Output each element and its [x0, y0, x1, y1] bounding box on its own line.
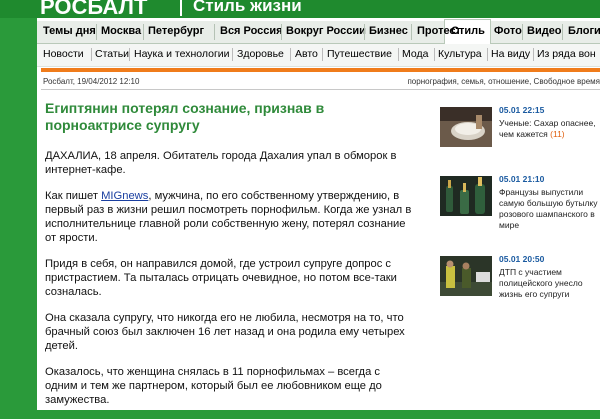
sub-nav: Новости Статьи Наука и технологии Здоров… — [37, 44, 600, 67]
subnav-item-moda[interactable]: Мода — [402, 48, 428, 60]
subnav-item-kultura[interactable]: Культура — [438, 48, 482, 60]
accent-rule — [41, 68, 600, 72]
nav-separator — [143, 24, 144, 40]
subnav-item-avto[interactable]: Авто — [295, 48, 318, 60]
subnav-item-stati[interactable]: Статьи — [95, 48, 129, 60]
nav-item-stil[interactable]: Стиль — [451, 25, 485, 37]
site-header: РОСБАЛТ Стиль жизни — [0, 0, 600, 20]
subnav-separator — [290, 48, 291, 61]
champagne-photo-icon[interactable] — [440, 176, 492, 216]
news-headline[interactable]: Ученые: Сахар опаснее, чем кажется (11) — [499, 118, 600, 140]
article-paragraph: Оказалось, что женщина снялась в 11 порн… — [45, 366, 382, 406]
article-paragraph: Как пишет MIGnews, мужчина, по его собст… — [45, 189, 415, 245]
news-time: 05.01 20:50 — [499, 254, 545, 264]
subnav-item-zdorovie[interactable]: Здоровье — [237, 48, 284, 60]
subnav-separator — [434, 48, 435, 61]
divider — [41, 89, 600, 90]
sugar-photo-icon[interactable] — [440, 107, 492, 147]
nav-separator — [562, 24, 563, 40]
subnav-item-novosti[interactable]: Новости — [43, 48, 84, 60]
subnav-item-na-vidu[interactable]: На виду — [491, 48, 530, 60]
nav-item-foto[interactable]: Фото — [494, 25, 522, 37]
article-tags[interactable]: порнография, семья, отношение, Свободное… — [407, 77, 600, 86]
subnav-separator — [487, 48, 488, 61]
news-time: 05.01 21:10 — [499, 174, 545, 184]
nav-item-moskva[interactable]: Москва — [101, 25, 141, 37]
article-paragraph: Придя в себя, он направился домой, где у… — [45, 258, 397, 298]
subnav-item-nauka[interactable]: Наука и технологии — [134, 48, 230, 60]
main-nav: Темы дня Москва Петербург Вся Россия Вок… — [37, 19, 600, 45]
nav-separator — [522, 24, 523, 40]
nav-item-temy-dnya[interactable]: Темы дня — [43, 25, 96, 37]
nav-separator — [281, 24, 282, 40]
subnav-separator — [129, 48, 130, 61]
police-photo-icon[interactable] — [440, 256, 492, 296]
news-time: 05.01 22:15 — [499, 105, 545, 115]
subnav-separator — [533, 48, 534, 61]
nav-item-blogi[interactable]: Блоги — [568, 25, 600, 37]
subnav-separator — [398, 48, 399, 61]
nav-separator — [214, 24, 215, 40]
subnav-item-iz-ryada-von[interactable]: Из ряда вон — [537, 48, 596, 60]
article-paragraph: ДАХАЛИА, 18 апреля. Обитатель города Дах… — [45, 150, 397, 176]
nav-item-biznes[interactable]: Бизнес — [369, 25, 408, 37]
article-body: ДАХАЛИА, 18 апреля. Обитатель города Дах… — [45, 149, 415, 419]
nav-separator — [411, 24, 412, 40]
logo-divider — [180, 0, 182, 16]
comment-count[interactable]: (11) — [550, 129, 565, 139]
news-headline-text[interactable]: Французы выпустили самую большую бутылку… — [499, 187, 597, 230]
subnav-separator — [322, 48, 323, 61]
news-headline[interactable]: ДТП с участием полицейского унесло жизнь… — [499, 267, 600, 300]
source-link[interactable]: MIGnews — [101, 190, 148, 202]
site-logo[interactable]: РОСБАЛТ — [40, 0, 147, 20]
news-headline[interactable]: Французы выпустили самую большую бутылку… — [499, 187, 600, 231]
article-source-date: Росбалт, 19/04/2012 12:10 — [43, 77, 140, 86]
section-slogan: Стиль жизни — [193, 0, 302, 15]
article-paragraph: Она сказала супругу, что никогда его не … — [45, 312, 405, 352]
nav-item-peterburg[interactable]: Петербург — [148, 25, 204, 37]
news-headline-text[interactable]: Ученые: Сахар опаснее, чем кажется — [499, 118, 596, 139]
nav-separator — [364, 24, 365, 40]
nav-item-video[interactable]: Видео — [527, 25, 562, 37]
subnav-separator — [232, 48, 233, 61]
article-text: Как пишет — [45, 190, 102, 202]
nav-separator — [96, 24, 97, 40]
page-content: Темы дня Москва Петербург Вся Россия Вок… — [37, 18, 600, 410]
nav-item-vsya-rossiya[interactable]: Вся Россия — [220, 25, 283, 37]
subnav-separator — [91, 48, 92, 61]
news-headline-text[interactable]: ДТП с участием полицейского унесло жизнь… — [499, 267, 583, 299]
subnav-item-puteshestvie[interactable]: Путешествие — [327, 48, 392, 60]
article-title: Египтянин потерял сознание, признав в по… — [45, 100, 325, 133]
nav-item-vokrug-rossii[interactable]: Вокруг России — [286, 25, 366, 37]
